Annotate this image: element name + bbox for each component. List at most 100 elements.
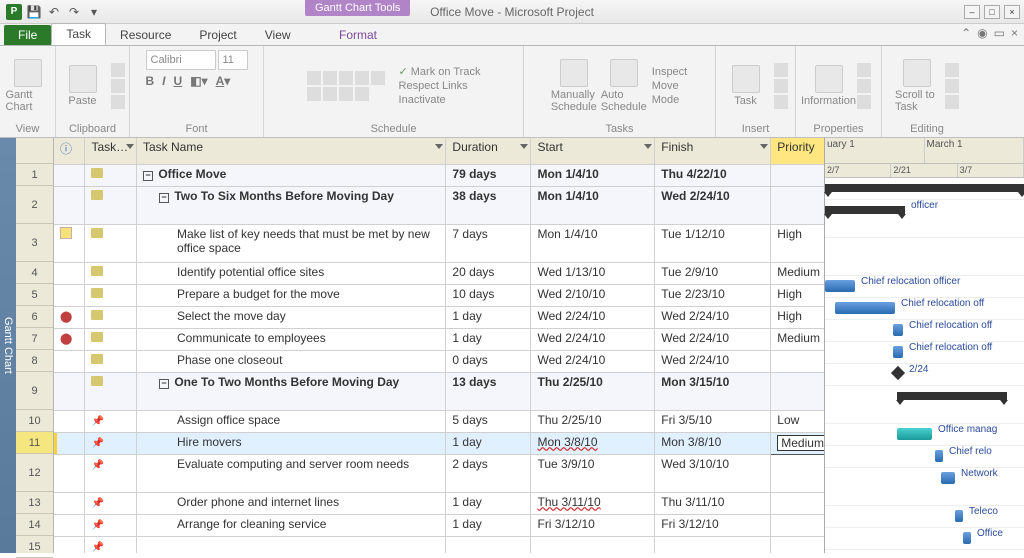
cell-name[interactable]: Prepare a budget for the move [137,284,446,306]
summary-icon[interactable] [774,63,788,77]
row-header[interactable]: 9 [16,372,53,410]
cell-start[interactable] [531,536,655,553]
gantt-row[interactable] [825,238,1024,276]
move-button[interactable]: Move [652,80,687,92]
cell-start[interactable]: Wed 1/13/10 [531,262,655,284]
cell-start[interactable]: Thu 3/11/10 [531,492,655,514]
cell-name[interactable] [137,536,446,553]
cell-finish[interactable]: Fri 3/5/10 [655,410,771,432]
cell-duration[interactable]: 2 days [446,454,531,492]
tab-view[interactable]: View [251,25,305,45]
cell-mode[interactable] [85,306,137,328]
deliverable-icon[interactable] [774,95,788,109]
gantt-row[interactable]: Chief relocation off [825,298,1024,320]
cell-name[interactable]: Select the move day [137,306,446,328]
task-bar[interactable] [935,450,943,462]
gantt-row[interactable] [825,178,1024,200]
notes-icon[interactable] [857,63,871,77]
cell-finish[interactable]: Wed 2/24/10 [655,350,771,372]
win-close-icon[interactable]: × [1011,26,1018,40]
copy-icon[interactable] [111,79,125,93]
gantt-row[interactable]: Chief relocation off [825,320,1024,342]
cell-finish[interactable] [655,536,771,553]
row-header[interactable]: 5 [16,284,53,306]
cell-finish[interactable]: Mon 3/8/10 [655,432,771,454]
mark-on-track-button[interactable]: Mark on Track [399,65,481,78]
gantt-row[interactable]: officer [825,200,1024,238]
cell-finish[interactable]: Tue 1/12/10 [655,224,771,262]
inactivate-button[interactable]: Inactivate [399,94,481,106]
summary-bar[interactable] [825,184,1024,192]
mode-button[interactable]: Mode [652,94,687,106]
summary-bar[interactable] [897,392,1007,400]
row-header[interactable]: 1 [16,164,53,186]
qat-customize-icon[interactable]: ▾ [86,4,102,20]
cell-name[interactable]: Make list of key needs that must be met … [137,224,446,262]
percent-buttons[interactable] [307,71,385,85]
cell-name[interactable]: Phase one closeout [137,350,446,372]
clear-icon[interactable] [945,79,959,93]
gantt-row[interactable]: Network [825,468,1024,506]
paste-button[interactable]: Paste [61,65,105,107]
cell-mode[interactable] [85,328,137,350]
details-icon[interactable] [857,79,871,93]
tab-task[interactable]: Task [51,23,106,45]
cell-duration[interactable]: 79 days [446,164,531,186]
find-icon[interactable] [945,63,959,77]
task-bar[interactable] [825,280,855,292]
cell-finish[interactable]: Mon 3/15/10 [655,372,771,410]
cell-duration[interactable]: 5 days [446,410,531,432]
task-bar[interactable] [941,472,955,484]
cell-start[interactable]: Mon 1/4/10 [531,164,655,186]
cell-mode[interactable]: 📌 [85,536,137,553]
font-color-button[interactable]: A▾ [216,74,231,88]
col-task-mode[interactable]: Task Mode [85,138,137,164]
gantt-chart-sidebar[interactable]: Gantt Chart [0,138,16,553]
cell-duration[interactable]: 10 days [446,284,531,306]
task-bar[interactable] [835,302,895,314]
cell-name[interactable]: Arrange for cleaning service [137,514,446,536]
task-bar[interactable] [963,532,971,544]
task-bar[interactable] [893,324,903,336]
cell-duration[interactable]: 13 days [446,372,531,410]
row-header[interactable]: 3 [16,224,53,262]
cell-start[interactable]: Mon 3/8/10 [531,432,655,454]
cell-name[interactable]: Order phone and internet lines [137,492,446,514]
cut-icon[interactable] [111,63,125,77]
cell-duration[interactable]: 7 days [446,224,531,262]
cell-duration[interactable]: 1 day [446,492,531,514]
cell-mode[interactable]: 📌 [85,410,137,432]
underline-button[interactable]: U [174,74,183,88]
ribbon-minimize-icon[interactable]: ⌃ [961,26,971,40]
tab-resource[interactable]: Resource [106,25,185,45]
auto-schedule-button[interactable]: Auto Schedule [602,59,646,113]
cell-start[interactable]: Wed 2/24/10 [531,306,655,328]
restore-button[interactable]: □ [984,5,1000,19]
font-size-combo[interactable]: 11 [218,50,248,70]
gantt-row[interactable]: Chief relocation off [825,342,1024,364]
gantt-row[interactable]: Teleco [825,506,1024,528]
minimize-button[interactable]: – [964,5,980,19]
cell-start[interactable]: Thu 2/25/10 [531,410,655,432]
italic-button[interactable]: I [162,74,165,88]
format-painter-icon[interactable] [111,95,125,109]
cell-name[interactable]: Communicate to employees [137,328,446,350]
scroll-to-task-button[interactable]: Scroll to Task [895,59,939,113]
row-header[interactable]: 14 [16,514,53,536]
font-name-combo[interactable]: Calibri [146,50,216,70]
cell-mode[interactable] [85,262,137,284]
row-header[interactable]: 2 [16,186,53,224]
cell-mode[interactable] [85,372,137,410]
gantt-chart-button[interactable]: Gantt Chart [6,59,50,113]
gantt-row[interactable] [825,386,1024,424]
link-buttons[interactable] [307,87,385,101]
tab-project[interactable]: Project [185,25,250,45]
priority-edit-cell[interactable]: Medium [777,435,828,451]
gantt-timeline[interactable]: uary 1 March 1 2/7 2/21 3/7 officerChief… [824,138,1024,553]
cell-mode[interactable]: 📌 [85,492,137,514]
col-task-name[interactable]: Task Name [137,138,446,164]
task-bar[interactable] [893,346,903,358]
cell-start[interactable]: Wed 2/24/10 [531,328,655,350]
cell-mode[interactable]: 📌 [85,514,137,536]
cell-name[interactable]: Assign office space [137,410,446,432]
